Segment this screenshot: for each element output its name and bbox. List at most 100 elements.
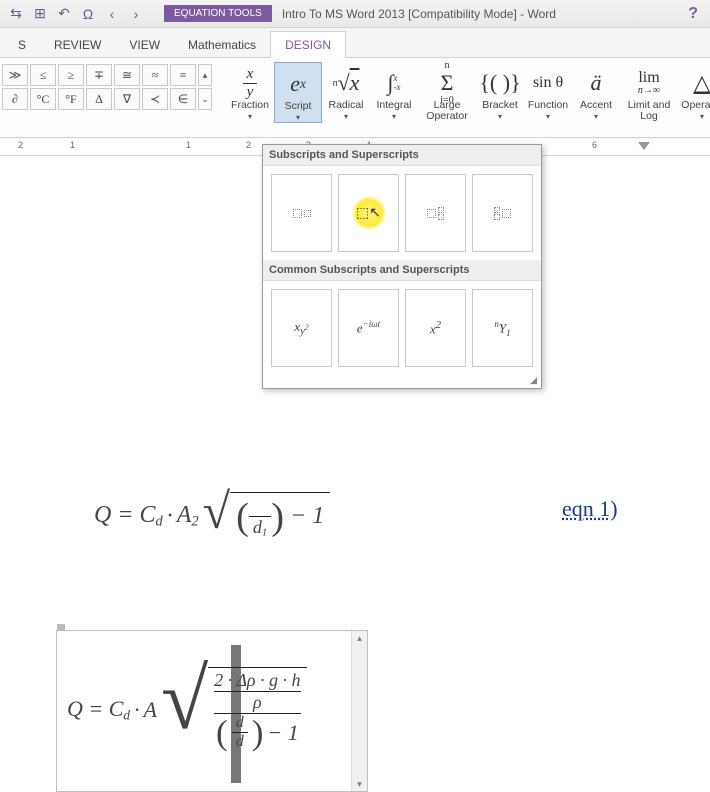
structure-function[interactable]: sin θ Function ▾ bbox=[524, 62, 572, 123]
tab-design[interactable]: DESIGN bbox=[270, 31, 346, 58]
document-title: Intro To MS Word 2013 [Compatibility Mod… bbox=[282, 7, 556, 21]
qat-icon[interactable]: Ω bbox=[78, 4, 98, 24]
chevron-down-icon: ▾ bbox=[700, 112, 704, 121]
tab-s[interactable]: S bbox=[4, 32, 40, 57]
structure-integral[interactable]: ∫x-x Integral ▾ bbox=[370, 62, 418, 123]
symbol-cell[interactable]: ∓ bbox=[86, 64, 112, 86]
script-template-presubsuper[interactable] bbox=[472, 174, 533, 252]
symbol-cell[interactable]: ∇ bbox=[114, 88, 140, 110]
structures-group: xy Fraction ▾ ex Script ▾ n√x Radical ▾ … bbox=[226, 62, 710, 123]
structure-label: Bracket bbox=[482, 100, 518, 111]
structure-script[interactable]: ex Script ▾ bbox=[274, 62, 322, 123]
common-script-item[interactable]: nY1 bbox=[472, 289, 533, 367]
fraction-icon: xy bbox=[243, 66, 257, 100]
tab-view[interactable]: VIEW bbox=[115, 32, 174, 57]
tab-mathematics[interactable]: Mathematics bbox=[174, 32, 270, 57]
common-script-item[interactable]: e−iωt bbox=[338, 289, 399, 367]
symbol-cell[interactable]: °F bbox=[58, 88, 84, 110]
chevron-down-icon: ▾ bbox=[296, 113, 300, 122]
symbol-cell[interactable]: ∂ bbox=[2, 88, 28, 110]
structure-label: Script bbox=[285, 101, 312, 112]
symbol-cell[interactable]: ≈ bbox=[142, 64, 168, 86]
chevron-down-icon: ▾ bbox=[392, 112, 396, 121]
ruler-mark: 2 bbox=[18, 140, 23, 150]
eq-text: A2 bbox=[177, 502, 199, 531]
equation-1[interactable]: Q = Cd · A2 √ ( d1 ) − 1 bbox=[94, 492, 330, 541]
structure-label: Large Operator bbox=[420, 100, 474, 122]
selection-handle[interactable] bbox=[57, 624, 65, 631]
structure-operator[interactable]: △ Operator ▾ bbox=[678, 62, 710, 123]
equation-editor-box[interactable]: Q = Cd · A √ 2 · Δρ · g · h ρ ( bbox=[56, 630, 368, 792]
dot-icon: · bbox=[167, 503, 173, 530]
integral-icon: ∫x-x bbox=[387, 66, 400, 100]
structure-accent[interactable]: ä Accent ▾ bbox=[572, 62, 620, 123]
symbol-cell[interactable]: ≡ bbox=[170, 64, 196, 86]
structure-fraction[interactable]: xy Fraction ▾ bbox=[226, 62, 274, 123]
structure-limit[interactable]: limn→∞ Limit and Log bbox=[620, 62, 678, 123]
ruler-mark: 2 bbox=[246, 140, 251, 150]
qat-icon[interactable]: ⇆ bbox=[6, 4, 26, 24]
radical-icon: n√x bbox=[333, 66, 360, 100]
resize-grip-icon[interactable]: ◢ bbox=[263, 375, 541, 388]
radical-icon: √ bbox=[161, 669, 208, 729]
eq-text: Q = Cd bbox=[94, 502, 163, 531]
symbol-cell[interactable]: ≤ bbox=[30, 64, 56, 86]
symbol-cell[interactable]: ≫ bbox=[2, 64, 28, 86]
common-script-item[interactable]: xy2 bbox=[271, 289, 332, 367]
chevron-down-icon: ▾ bbox=[498, 112, 502, 121]
symbol-more[interactable]: ⌄ bbox=[198, 88, 212, 110]
indent-marker[interactable] bbox=[638, 142, 650, 150]
gallery-section-header: Common Subscripts and Superscripts bbox=[263, 260, 541, 281]
symbol-cell[interactable]: ≅ bbox=[114, 64, 140, 86]
chevron-down-icon: ▾ bbox=[344, 112, 348, 121]
structure-label: Limit and Log bbox=[622, 100, 676, 122]
title-bar: ⇆ ⊞ ↶ Ω ‹ › EQUATION TOOLS Intro To MS W… bbox=[0, 0, 710, 28]
scrollbar[interactable]: ▴ ▾ bbox=[351, 631, 367, 791]
structure-label: Function bbox=[528, 100, 568, 111]
chevron-down-icon: ▾ bbox=[594, 112, 598, 121]
structure-radical[interactable]: n√x Radical ▾ bbox=[322, 62, 370, 123]
structure-bracket[interactable]: {( )} Bracket ▾ bbox=[476, 62, 524, 123]
script-template-subsuper[interactable] bbox=[405, 174, 466, 252]
ribbon-tabs: S REVIEW VIEW Mathematics DESIGN bbox=[0, 28, 710, 58]
symbol-cell[interactable]: °C bbox=[30, 88, 56, 110]
script-icon: ex bbox=[290, 67, 306, 101]
help-button[interactable]: ? bbox=[682, 5, 704, 23]
gallery-section-header: Subscripts and Superscripts bbox=[263, 145, 541, 166]
radical: √ 2 · Δρ · g · h ρ ( d bbox=[161, 667, 307, 753]
accent-icon: ä bbox=[591, 66, 602, 100]
cursor-icon: ⬚↖ bbox=[356, 205, 381, 222]
script-gallery-dropdown: Subscripts and Superscripts ⬚↖ Common Su… bbox=[262, 144, 542, 389]
eq-text: A bbox=[144, 697, 157, 723]
radical-icon: √ bbox=[203, 494, 230, 529]
quick-access-toolbar: ⇆ ⊞ ↶ Ω ‹ › bbox=[6, 4, 146, 24]
eq-text: Q = Cd bbox=[67, 696, 130, 723]
qat-icon[interactable]: ⊞ bbox=[30, 4, 50, 24]
equation-2[interactable]: Q = Cd · A √ 2 · Δρ · g · h ρ ( bbox=[67, 667, 307, 753]
ruler-mark: 1 bbox=[70, 140, 75, 150]
scroll-up-icon[interactable]: ▴ bbox=[352, 631, 367, 645]
symbol-cell[interactable]: ≺ bbox=[142, 88, 168, 110]
structure-label: Accent bbox=[580, 100, 612, 111]
ruler-mark: 1 bbox=[186, 140, 191, 150]
dot-icon: · bbox=[134, 697, 140, 723]
structure-label: Fraction bbox=[231, 100, 269, 111]
symbol-scroll-up[interactable]: ▴ bbox=[198, 64, 212, 86]
script-template-subscript[interactable]: ⬚↖ bbox=[338, 174, 399, 252]
common-script-item[interactable]: x2 bbox=[405, 289, 466, 367]
radical: √ ( d1 ) − 1 bbox=[203, 492, 331, 541]
qat-icon[interactable]: ↶ bbox=[54, 4, 74, 24]
structure-label: Radical bbox=[328, 100, 363, 111]
symbol-cell[interactable]: ≥ bbox=[58, 64, 84, 86]
structure-large-operator[interactable]: nΣi=0 Large Operator bbox=[418, 62, 476, 123]
chevron-down-icon: ▾ bbox=[546, 112, 550, 121]
symbol-palette: ≫ ≤ ≥ ∓ ≅ ≈ ≡ ▴ ∂ °C °F ∆ ∇ ≺ ∈ ⌄ bbox=[2, 62, 212, 110]
script-template-superscript[interactable] bbox=[271, 174, 332, 252]
tab-review[interactable]: REVIEW bbox=[40, 32, 115, 57]
symbol-cell[interactable]: ∈ bbox=[170, 88, 196, 110]
symbol-cell[interactable]: ∆ bbox=[86, 88, 112, 110]
qat-icon[interactable]: › bbox=[126, 4, 146, 24]
structure-label: Integral bbox=[376, 100, 411, 111]
scroll-down-icon[interactable]: ▾ bbox=[352, 777, 367, 791]
qat-icon[interactable]: ‹ bbox=[102, 4, 122, 24]
